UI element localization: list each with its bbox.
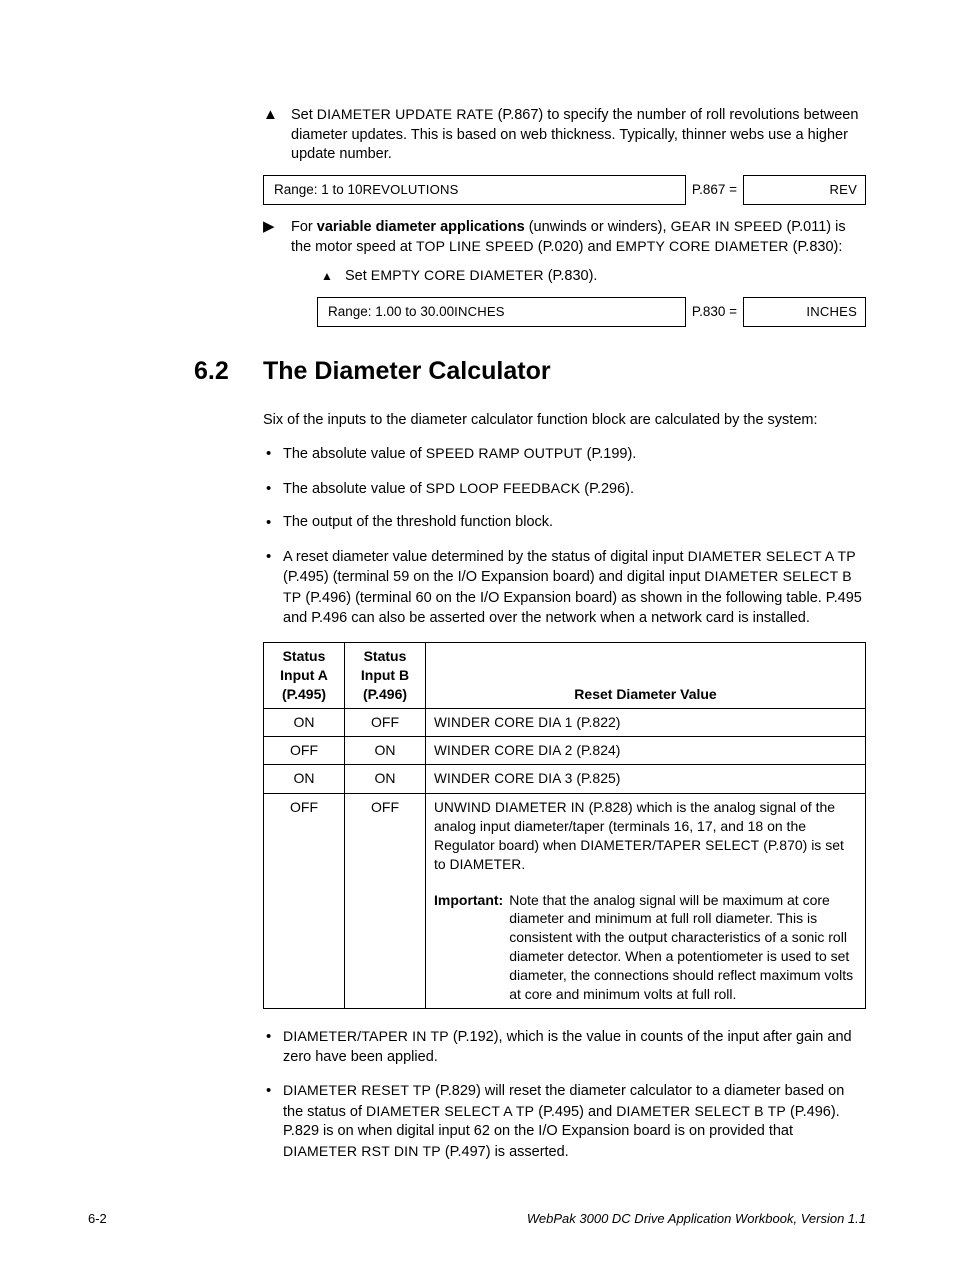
sub-step-text: Set EMPTY CORE DIAMETER (P.830). [345,268,597,284]
page-number: 6-2 [88,1210,107,1228]
param-range: Range: 1 to 10 REVOLUTIONS [263,175,686,205]
param-row-p867: Range: 1 to 10 REVOLUTIONS P.867 = REV [263,175,866,205]
heading-number: 6.2 [88,355,263,389]
table-row: OFF ON WINDER CORE DIA 2 (P.824) [264,737,866,765]
step-text: Set DIAMETER UPDATE RATE (P.867) to spec… [291,107,858,162]
param-value-box[interactable]: INCHES [743,297,866,327]
list-item: The absolute value of SPEED RAMP OUTPUT … [263,444,866,465]
triangle-right-icon: ▶ [263,217,275,237]
footer-title: WebPak 3000 DC Drive Application Workboo… [527,1210,866,1228]
list-item: The output of the threshold function blo… [263,513,866,533]
table-row: OFF OFF UNWIND DIAMETER IN (P.828) which… [264,793,866,1008]
param-range: Range: 1.00 to 30.00 INCHES [317,297,686,327]
important-label: Important: [434,891,503,1004]
list-item: DIAMETER RESET TP (P.829) will reset the… [263,1081,866,1162]
sub-step-empty-core: ▲ Set EMPTY CORE DIAMETER (P.830). [291,266,866,287]
table-header: Reset Diameter Value [426,643,866,709]
table-row: ON ON WINDER CORE DIA 3 (P.825) [264,765,866,793]
step-variable-diameter: ▶ For variable diameter applications (un… [263,217,866,287]
step-set-diameter-update-rate: ▲ Set DIAMETER UPDATE RATE (P.867) to sp… [263,105,866,165]
triangle-up-icon: ▲ [263,105,278,125]
list-item: A reset diameter value determined by the… [263,547,866,628]
param-label: P.830 = [686,297,743,327]
triangle-up-small-icon: ▲ [321,268,333,284]
heading-title: The Diameter Calculator [263,355,551,389]
table-header: Status Input B (P.496) [345,643,426,709]
table-row: ON OFF WINDER CORE DIA 1 (P.822) [264,708,866,736]
list-item: DIAMETER/TAPER IN TP (P.192), which is t… [263,1027,866,1067]
intro-paragraph: Six of the inputs to the diameter calcul… [263,411,866,431]
param-label: P.867 = [686,175,743,205]
page-footer: 6-2 WebPak 3000 DC Drive Application Wor… [88,1210,866,1228]
important-text: Note that the analog signal will be maxi… [509,891,857,1004]
status-table: Status Input A (P.495) Status Input B (P… [263,642,866,1009]
section-heading: 6.2 The Diameter Calculator [88,355,866,389]
param-value-box[interactable]: REV [743,175,866,205]
table-header: Status Input A (P.495) [264,643,345,709]
list-item: The absolute value of SPD LOOP FEEDBACK … [263,479,866,500]
important-note: Important: Note that the analog signal w… [434,891,857,1004]
param-row-p830: Range: 1.00 to 30.00 INCHES P.830 = INCH… [317,297,866,327]
step-text: For variable diameter applications (unwi… [291,219,846,256]
